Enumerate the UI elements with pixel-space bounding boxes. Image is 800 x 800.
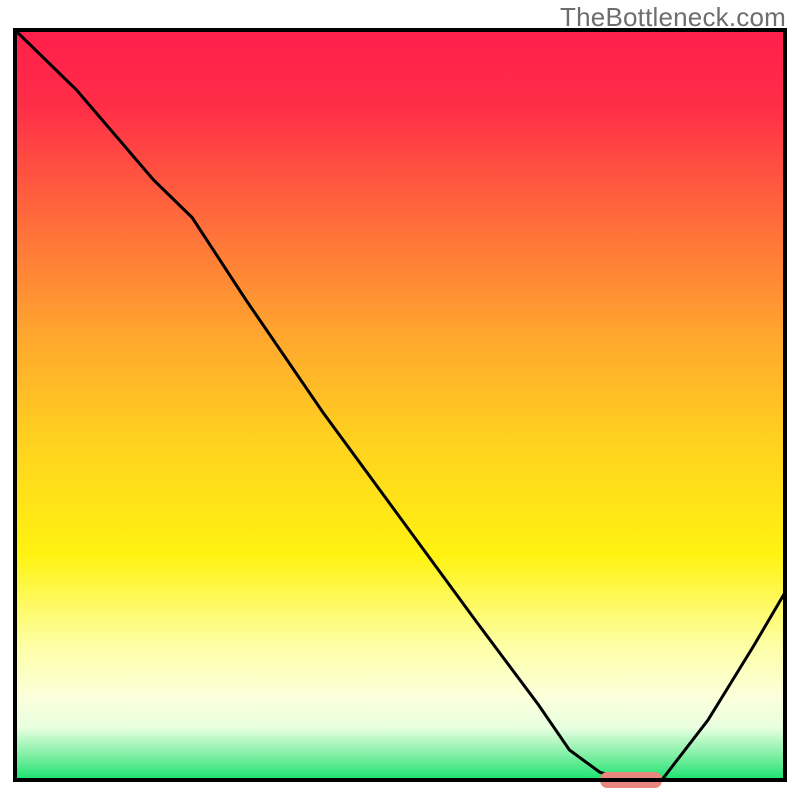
watermark-text: TheBottleneck.com <box>560 2 786 33</box>
chart-container: TheBottleneck.com <box>0 0 800 800</box>
plot-frame <box>0 0 800 800</box>
